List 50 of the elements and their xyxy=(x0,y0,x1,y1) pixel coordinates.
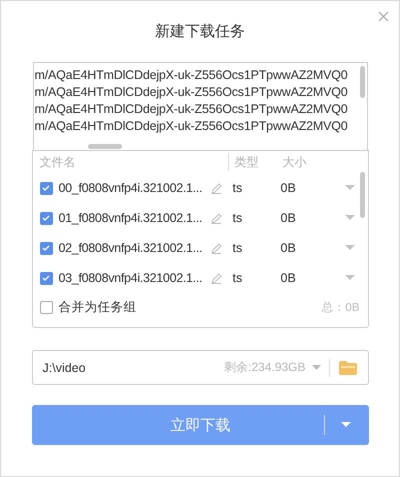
file-name: 02_f0808vnfp4i.321002.1... xyxy=(58,241,204,255)
url-line: m/AQaE4HTmDlCDdejpX-uk-Z556Ocs1PTpwwAZ2MVQ0 xyxy=(34,101,349,118)
file-type: ts xyxy=(232,181,244,195)
checkmark-icon xyxy=(42,275,50,281)
pencil-icon[interactable] xyxy=(210,272,222,284)
file-size: 0B xyxy=(280,271,297,285)
file-size: 0B xyxy=(280,181,297,195)
scrollbar-thumb[interactable] xyxy=(360,172,364,218)
checkbox[interactable] xyxy=(40,182,52,194)
caret-icon[interactable] xyxy=(340,422,350,428)
file-size: 0B xyxy=(280,211,297,225)
column-header: 文件名 xyxy=(32,153,228,171)
file-type: ts xyxy=(232,211,244,225)
url-input-field[interactable]: m/AQaE4HTmDlCDdejpX-uk-Z556Ocs1PTpwwAZ2MVQ0 m/AQaE4HTmDlCDdejpX-uk-Z556Ocs1PTpwwAZ2MVQ0 m/AQaE4HTmDlCDdejpX-uk-Z556Ocs1PTpwwAZ2MVQ0 m/AQaE4HTmDlCDdejpX-uk-Z556Ocs1PTpwwAZ2MVQ0 xyxy=(32,62,368,150)
merge-label: 合并为任务组 xyxy=(58,298,138,316)
column-header: 类型 xyxy=(234,154,260,170)
file-type: ts xyxy=(232,241,244,255)
checkmark-icon xyxy=(42,245,50,251)
caret-icon[interactable] xyxy=(344,245,354,251)
url-line: m/AQaE4HTmDlCDdejpX-uk-Z556Ocs1PTpwwAZ2MVQ0 xyxy=(34,67,349,84)
caret-icon[interactable] xyxy=(344,275,354,281)
checkbox[interactable] xyxy=(40,272,52,284)
pencil-icon[interactable] xyxy=(210,242,222,254)
checkmark-icon xyxy=(42,215,50,221)
checkbox[interactable] xyxy=(40,212,52,224)
file-name: 00_f0808vnfp4i.321002.1... xyxy=(58,181,204,195)
scrollbar-thumb[interactable] xyxy=(360,66,364,98)
caret-icon[interactable] xyxy=(312,365,320,370)
file-name: 03_f0808vnfp4i.321002.1... xyxy=(58,271,204,285)
caret-icon[interactable] xyxy=(344,185,354,191)
pencil-icon[interactable] xyxy=(210,182,222,194)
url-line: m/AQaE4HTmDlCDdejpX-uk-Z556Ocs1PTpwwAZ2MVQ0 xyxy=(34,84,349,101)
close-icon[interactable] xyxy=(378,11,389,22)
checkbox[interactable] xyxy=(40,300,52,314)
scrollbar-thumb[interactable] xyxy=(88,144,122,149)
pencil-icon[interactable] xyxy=(210,212,222,224)
url-line: m/AQaE4HTmDlCDdejpX-uk-Z556Ocs1PTpwwAZ2MVQ0 xyxy=(34,118,349,135)
dialog-title: 新建下载任务 xyxy=(155,22,245,42)
file-size: 0B xyxy=(280,241,297,255)
caret-icon[interactable] xyxy=(344,215,354,221)
folder-icon[interactable] xyxy=(338,360,358,376)
save-path-field[interactable]: J:\video 剩余:234.93GB xyxy=(32,350,368,385)
column-header: 大小 xyxy=(282,154,306,170)
free-space: 剩余:234.93GB xyxy=(224,359,306,376)
file-type: ts xyxy=(232,271,244,285)
path-value: J:\video xyxy=(42,360,87,374)
checkmark-icon xyxy=(42,185,50,191)
checkbox[interactable] xyxy=(40,242,52,254)
file-name: 01_f0808vnfp4i.321002.1... xyxy=(58,211,204,225)
total-size: 总：0B xyxy=(321,300,360,314)
